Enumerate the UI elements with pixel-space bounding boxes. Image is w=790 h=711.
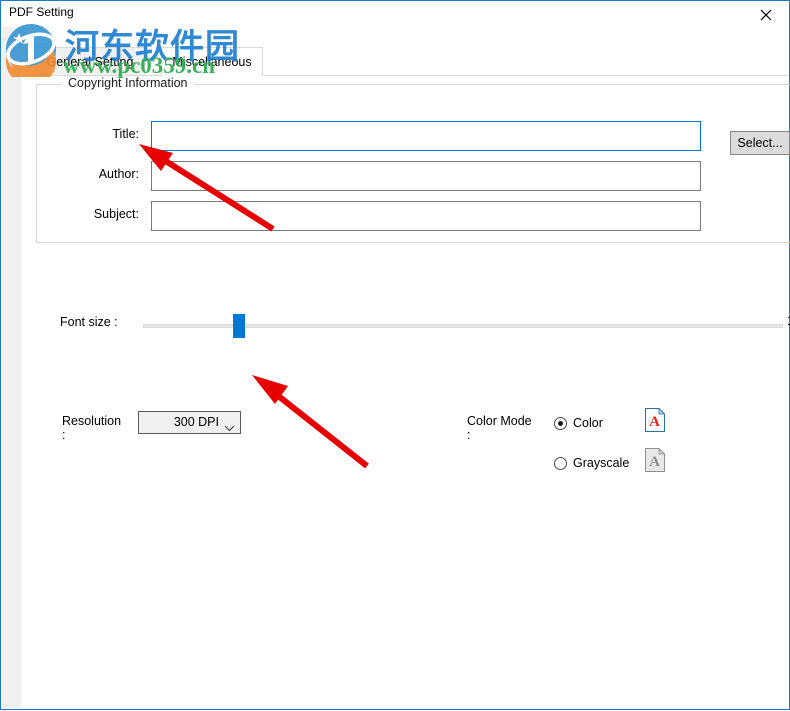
close-icon bbox=[760, 9, 772, 21]
copyright-information-title: Copyright Information bbox=[62, 76, 194, 90]
resolution-label: Resolution : bbox=[62, 414, 138, 442]
subject-input[interactable] bbox=[151, 201, 701, 231]
radio-color-mode-grayscale[interactable]: Grayscale bbox=[554, 453, 629, 473]
copyright-information-group: Copyright Information Title: Author: Sub… bbox=[36, 76, 790, 243]
left-gutter bbox=[2, 27, 21, 708]
tab-general-setting[interactable]: General Setting bbox=[35, 47, 145, 76]
color-mode-label: Color Mode : bbox=[467, 414, 545, 442]
radio-color-mode-color[interactable]: Color bbox=[554, 413, 603, 433]
document-red-a-icon: A bbox=[645, 407, 666, 432]
chevron-down-icon bbox=[224, 419, 235, 437]
resolution-dropdown[interactable]: 300 DPI bbox=[138, 411, 241, 434]
author-input[interactable] bbox=[151, 161, 701, 191]
tab-miscellaneous-label: Miscellaneous bbox=[172, 54, 252, 69]
radio-button-grayscale[interactable] bbox=[554, 456, 567, 470]
close-button[interactable] bbox=[744, 2, 788, 27]
pdf-setting-window: PDF Setting General Setting Miscellaneou… bbox=[0, 0, 790, 710]
resolution-label-line1: Resolution bbox=[62, 414, 122, 428]
svg-text:A: A bbox=[649, 414, 660, 430]
radio-grayscale-label: Grayscale bbox=[573, 456, 630, 470]
font-size-slider[interactable] bbox=[143, 314, 783, 338]
tab-page-miscellaneous: Copyright Information Title: Author: Sub… bbox=[21, 75, 790, 708]
font-size-slider-thumb[interactable] bbox=[233, 314, 245, 338]
title-field-label: Title: bbox=[112, 127, 139, 141]
color-mode-label-line1: Color Mode bbox=[467, 414, 532, 428]
radio-button-color[interactable] bbox=[554, 416, 567, 430]
font-size-label: Font size : bbox=[60, 315, 118, 329]
tab-strip: General Setting Miscellaneous bbox=[35, 47, 775, 76]
resolution-value: 300 DPI bbox=[173, 415, 219, 429]
svg-text:A: A bbox=[649, 454, 660, 470]
window-title: PDF Setting bbox=[9, 5, 74, 19]
radio-color-label: Color bbox=[573, 416, 603, 430]
color-mode-label-line2: : bbox=[467, 428, 471, 442]
select-button[interactable]: Select... bbox=[730, 131, 790, 155]
title-bar: PDF Setting bbox=[2, 2, 788, 27]
subject-field-label: Subject: bbox=[93, 207, 139, 221]
resolution-label-line2: : bbox=[62, 428, 66, 442]
document-gray-a-icon: A bbox=[645, 447, 666, 472]
author-field-label: Author: bbox=[98, 167, 139, 181]
tab-general-setting-label: General Setting bbox=[46, 55, 134, 69]
tab-miscellaneous[interactable]: Miscellaneous bbox=[161, 47, 263, 76]
title-input[interactable] bbox=[151, 121, 701, 151]
